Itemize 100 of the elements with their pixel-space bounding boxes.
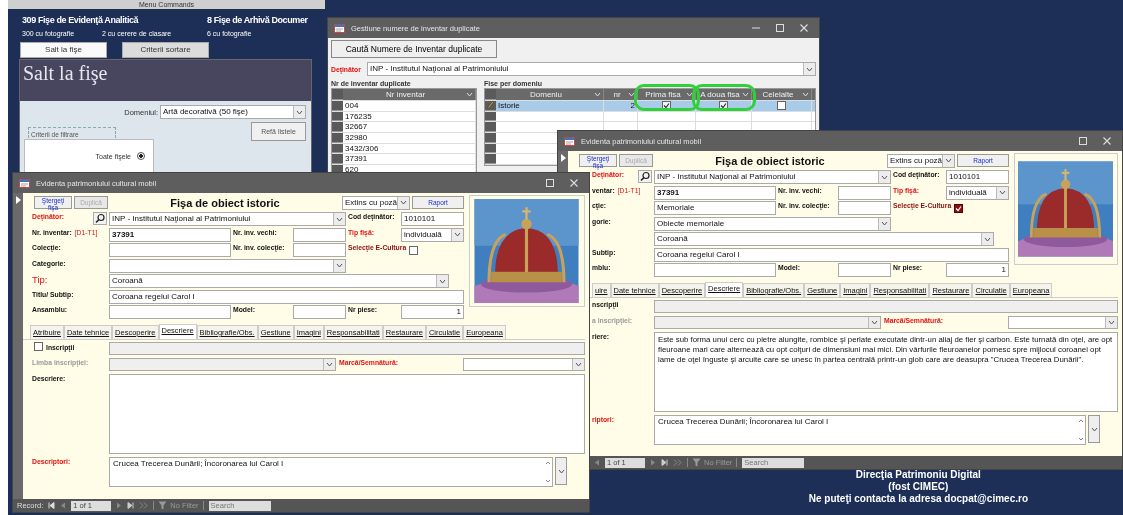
dropdown[interactable]: INP - Institutul Naţional al Patrimoniului <box>367 62 816 76</box>
tab[interactable]: Criterii sortare <box>122 42 209 58</box>
dropdown[interactable]: individuală <box>946 185 1009 200</box>
dropdown[interactable]: Coroană <box>654 232 994 246</box>
row-selector[interactable] <box>332 143 343 154</box>
input-field[interactable]: 1 <box>946 263 1009 277</box>
row-selector[interactable] <box>485 122 496 133</box>
maximize-icon[interactable] <box>545 178 555 188</box>
row-selector[interactable] <box>485 143 496 154</box>
input-field[interactable]: 1010101 <box>401 212 464 226</box>
close-icon[interactable] <box>1102 136 1112 146</box>
row-selector[interactable] <box>332 89 343 100</box>
column-header[interactable]: Domeniu <box>496 89 604 100</box>
row-selector[interactable] <box>332 154 343 165</box>
column-header[interactable]: A doua fisa <box>696 89 752 100</box>
dropdown[interactable]: individuală <box>401 227 464 242</box>
text-area[interactable] <box>109 374 585 454</box>
form-title: Fişa de obiect istoric <box>714 154 826 167</box>
input-field[interactable] <box>838 201 891 215</box>
row-selector[interactable] <box>332 101 343 111</box>
input-field[interactable]: 37391 <box>109 227 231 242</box>
checkbox[interactable] <box>409 246 419 255</box>
maximize-icon[interactable] <box>1078 136 1088 146</box>
dropdown-button[interactable] <box>555 457 567 485</box>
caret-icon <box>686 92 693 97</box>
close-icon[interactable] <box>569 178 579 188</box>
search-button[interactable]: Caută Numere de Inventar duplicate <box>331 40 497 58</box>
table-cell: 004 <box>343 101 476 111</box>
new-record-icon[interactable] <box>673 459 682 466</box>
next-record-icon[interactable] <box>116 502 123 509</box>
column-header[interactable]: nr <box>604 89 638 100</box>
tab[interactable]: Salt la fişe <box>20 42 107 58</box>
input-field[interactable] <box>293 305 346 319</box>
row-selector[interactable] <box>485 111 496 122</box>
row-selector[interactable] <box>485 89 496 100</box>
stat-title: 309 Fişe de Evidenţă Analitică <box>22 15 140 25</box>
form-icon <box>334 23 345 33</box>
last-record-icon[interactable] <box>661 459 668 466</box>
text-area[interactable]: Crucea Trecerea Dunării; Încoronarea lui Carol I <box>109 457 553 487</box>
caret-icon <box>881 221 888 226</box>
record-pointer-icon <box>15 196 21 204</box>
row-selector[interactable] <box>485 154 496 165</box>
radio-button[interactable] <box>137 152 145 160</box>
input-field[interactable] <box>109 243 231 257</box>
input-field[interactable]: Coroana regelui Carol I <box>654 247 1009 262</box>
dropdown-button[interactable] <box>1088 415 1100 443</box>
close-icon[interactable] <box>799 23 809 33</box>
row-selector[interactable] <box>332 111 343 122</box>
row-selector[interactable] <box>332 122 343 133</box>
input-field[interactable]: Memoriale <box>654 201 776 215</box>
column-header[interactable]: Celelalte <box>752 89 812 100</box>
caret-icon <box>575 362 582 367</box>
caret-icon <box>557 468 565 474</box>
caret-icon <box>1108 320 1115 325</box>
selected-row[interactable]: Istorie 2 <box>485 101 815 112</box>
dropdown[interactable] <box>109 258 346 273</box>
search-icon[interactable] <box>638 170 652 183</box>
previous-record-icon[interactable] <box>594 459 600 466</box>
panel-heading: Salt la fişe <box>20 60 311 101</box>
checkbox[interactable] <box>777 101 786 111</box>
footer-text: Direcţia Patrimoniu Digital <box>854 469 982 481</box>
checkbox[interactable] <box>719 101 728 111</box>
row-selector[interactable] <box>485 101 496 111</box>
input-field[interactable] <box>109 305 231 319</box>
caret-icon <box>466 92 473 97</box>
input-field[interactable]: 1 <box>401 305 464 319</box>
dropdown[interactable] <box>463 358 585 371</box>
input-field[interactable] <box>654 263 776 277</box>
input-field[interactable]: Coroana regelui Carol I <box>109 289 464 304</box>
checkbox[interactable] <box>662 101 671 111</box>
text-area[interactable]: Crucea Trecerea Dunării; Încoronarea lui Carol I <box>654 415 1086 445</box>
dropdown[interactable]: Obiecte memoriale <box>654 216 891 231</box>
caret-icon <box>1090 426 1098 432</box>
input-field[interactable]: 37391 <box>654 185 776 200</box>
maximize-icon[interactable] <box>775 23 785 33</box>
input-field[interactable] <box>293 243 346 257</box>
caret-icon <box>999 190 1006 195</box>
first-record-icon[interactable] <box>48 502 56 509</box>
dropdown[interactable]: INP - Institutul Naţional al Patrimoniului <box>109 212 346 226</box>
input-field[interactable] <box>838 263 891 277</box>
checkbox[interactable] <box>34 342 43 351</box>
column-header[interactable]: Prima fisa <box>638 89 696 100</box>
input-field[interactable] <box>293 227 346 242</box>
dropdown[interactable]: INP - Institutul Naţional al Patrimoniului <box>654 170 891 184</box>
dropdown[interactable]: Extins cu poză <box>342 195 410 210</box>
next-record-icon[interactable] <box>650 459 656 466</box>
dropdown[interactable]: Artă decorativă (50 fişe) <box>160 105 306 119</box>
row-selector[interactable] <box>332 133 343 143</box>
dropdown[interactable] <box>1008 316 1118 329</box>
last-record-icon[interactable] <box>127 502 135 509</box>
new-record-icon[interactable] <box>139 502 149 509</box>
dropdown[interactable]: Extins cu poză <box>887 153 955 168</box>
input-field[interactable]: 1010101 <box>946 170 1009 184</box>
dropdown[interactable]: Coroană <box>109 274 449 288</box>
checkbox[interactable] <box>954 204 964 213</box>
search-icon[interactable] <box>93 212 107 225</box>
table-cell: 32667 <box>343 122 476 133</box>
previous-record-icon[interactable] <box>60 502 67 509</box>
input-field[interactable] <box>838 185 891 200</box>
row-selector[interactable] <box>485 133 496 143</box>
